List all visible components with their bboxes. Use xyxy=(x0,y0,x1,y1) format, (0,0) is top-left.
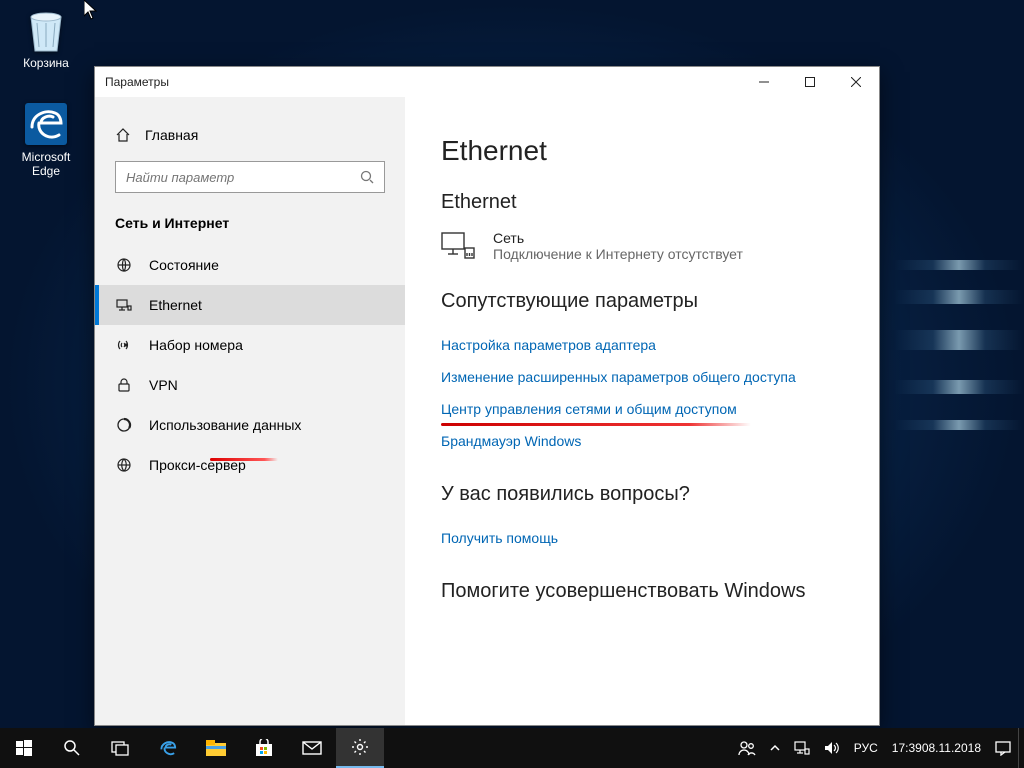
wallpaper-streak xyxy=(894,380,1024,394)
link-network-center[interactable]: Центр управления сетями и общим доступом xyxy=(441,393,849,425)
proxy-icon xyxy=(115,457,133,473)
desktop-icon-recycle-bin[interactable]: Корзина xyxy=(8,6,84,70)
taskbar-taskview[interactable] xyxy=(96,728,144,768)
dialup-icon xyxy=(115,337,133,353)
sidebar-item-label: Состояние xyxy=(149,257,219,273)
taskbar-edge[interactable] xyxy=(144,728,192,768)
network-monitor-icon xyxy=(441,232,475,262)
status-icon xyxy=(115,257,133,273)
tray-language[interactable]: РУС xyxy=(847,728,885,768)
edge-icon xyxy=(22,100,70,148)
network-entry[interactable]: Сеть Подключение к Интернету отсутствует xyxy=(441,230,849,262)
taskbar-settings[interactable] xyxy=(336,728,384,768)
tray-network-icon[interactable] xyxy=(787,728,817,768)
ethernet-icon xyxy=(115,297,133,313)
datausage-icon xyxy=(115,417,133,433)
tray-notifications-icon[interactable] xyxy=(988,728,1018,768)
sidebar-item-datausage[interactable]: Использование данных xyxy=(95,405,405,445)
taskbar-mail[interactable] xyxy=(288,728,336,768)
desktop-icon-label: Microsoft Edge xyxy=(8,150,84,178)
sidebar-item-label: Набор номера xyxy=(149,337,243,353)
network-name: Сеть xyxy=(493,230,743,246)
system-tray: РУС 17:39 08.11.2018 xyxy=(731,728,1024,768)
taskbar: РУС 17:39 08.11.2018 xyxy=(0,728,1024,768)
sidebar-item-label: Ethernet xyxy=(149,297,202,313)
tray-time: 17:39 xyxy=(892,742,922,755)
wallpaper-streak xyxy=(894,330,1024,350)
section-heading-related: Сопутствующие параметры xyxy=(441,290,849,313)
sidebar-item-vpn[interactable]: VPN xyxy=(95,365,405,405)
sidebar-item-proxy[interactable]: Прокси-сервер xyxy=(95,445,405,485)
search-input[interactable] xyxy=(126,170,360,185)
home-icon xyxy=(115,127,131,143)
tray-clock[interactable]: 17:39 08.11.2018 xyxy=(885,728,988,768)
vpn-icon xyxy=(115,377,133,393)
link-advanced-sharing[interactable]: Изменение расширенных параметров общего … xyxy=(441,361,849,393)
taskbar-explorer[interactable] xyxy=(192,728,240,768)
home-label: Главная xyxy=(145,127,198,143)
network-status: Подключение к Интернету отсутствует xyxy=(493,246,743,262)
minimize-button[interactable] xyxy=(741,67,787,97)
content-pane: Ethernet Ethernet Сеть Подключение к Инт… xyxy=(405,97,879,725)
link-firewall[interactable]: Брандмауэр Windows xyxy=(441,425,849,457)
tray-volume-icon[interactable] xyxy=(817,728,847,768)
tray-chevron-up-icon[interactable] xyxy=(763,728,787,768)
sidebar-item-status[interactable]: Состояние xyxy=(95,245,405,285)
link-get-help[interactable]: Получить помощь xyxy=(441,522,849,554)
section-heading-questions: У вас появились вопросы? xyxy=(441,483,849,506)
home-link[interactable]: Главная xyxy=(95,127,405,161)
sidebar-item-ethernet[interactable]: Ethernet xyxy=(95,285,405,325)
section-heading-improve: Помогите усовершенствовать Windows xyxy=(441,580,849,603)
maximize-button[interactable] xyxy=(787,67,833,97)
taskbar-search[interactable] xyxy=(48,728,96,768)
settings-window: Параметры Главная Сеть и Интернет Состоя… xyxy=(94,66,880,726)
recycle-bin-icon xyxy=(22,6,70,54)
window-title: Параметры xyxy=(105,75,169,89)
show-desktop-button[interactable] xyxy=(1018,728,1024,768)
cursor-icon xyxy=(84,0,98,20)
desktop-icon-label: Корзина xyxy=(8,56,84,70)
desktop-icon-edge[interactable]: Microsoft Edge xyxy=(8,100,84,178)
tray-people[interactable] xyxy=(731,728,763,768)
close-button[interactable] xyxy=(833,67,879,97)
annotation-underline xyxy=(210,458,278,461)
search-box[interactable] xyxy=(115,161,385,193)
taskbar-store[interactable] xyxy=(240,728,288,768)
page-title: Ethernet xyxy=(441,135,849,167)
sidebar: Главная Сеть и Интернет Состояние Ethern… xyxy=(95,97,405,725)
category-header: Сеть и Интернет xyxy=(95,215,405,245)
link-adapter-settings[interactable]: Настройка параметров адаптера xyxy=(441,329,849,361)
titlebar[interactable]: Параметры xyxy=(95,67,879,97)
wallpaper-streak xyxy=(894,260,1024,270)
sidebar-item-label: VPN xyxy=(149,377,178,393)
wallpaper-streak xyxy=(894,420,1024,430)
tray-date: 08.11.2018 xyxy=(922,742,981,755)
start-button[interactable] xyxy=(0,728,48,768)
sidebar-item-dialup[interactable]: Набор номера xyxy=(95,325,405,365)
wallpaper-streak xyxy=(894,290,1024,304)
sidebar-item-label: Использование данных xyxy=(149,417,301,433)
section-heading-ethernet: Ethernet xyxy=(441,191,849,214)
search-icon xyxy=(360,170,374,184)
